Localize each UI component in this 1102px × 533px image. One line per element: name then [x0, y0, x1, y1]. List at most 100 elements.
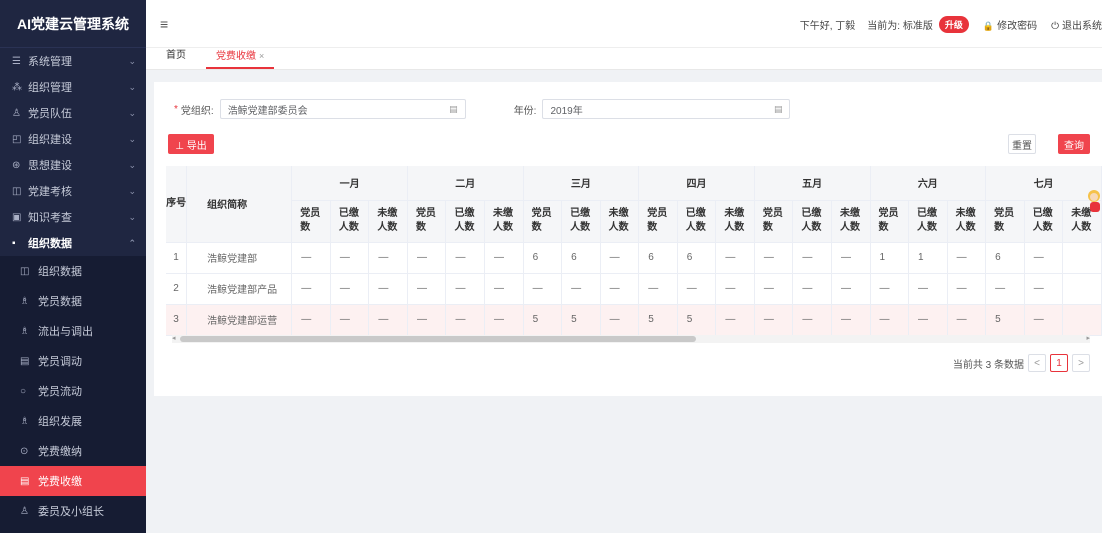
horizontal-scrollbar[interactable]: ◂ ▸	[172, 335, 1090, 343]
user-toolbar: 下午好, 丁毅 当前为: 标准版 升级 🔒 修改密码 ⏻ 退出系统	[794, 0, 1102, 48]
sidebar-item-label: 系统管理	[28, 56, 72, 68]
menu-item-icon: ♙	[12, 107, 21, 119]
sub-header: 已缴人数	[677, 200, 717, 243]
assistant-avatar-icon[interactable]	[1084, 188, 1100, 214]
submenu-item[interactable]: ▤ 党费收缴	[0, 466, 146, 496]
table-cell: 6	[985, 242, 1025, 274]
table-row[interactable]: 2 浩鲸党建部产品 — — — — — — — — — — — — — — — — — — — —	[166, 273, 1102, 305]
table-cell: 1	[908, 242, 948, 274]
submenu-item-icon: ♗	[20, 325, 29, 337]
upgrade-button[interactable]: 升级	[938, 15, 969, 33]
tab-party-fee[interactable]: 党费收缴 ×	[206, 47, 275, 69]
greeting-text: 下午好, 丁毅	[799, 20, 856, 32]
sidebar-item[interactable]: ▪ 组织数据 ⌃	[0, 230, 146, 256]
submenu-item-icon: ♗	[20, 415, 29, 427]
menu-item-icon: ⁂	[12, 81, 22, 93]
table-cell: 5	[523, 304, 563, 336]
sidebar-item[interactable]: ◫ 党建考核 ⌄	[0, 178, 146, 204]
sub-header: 未缴人数	[715, 200, 755, 243]
table-cell: —	[561, 273, 601, 305]
submenu-item[interactable]: ○ 党员流动	[0, 376, 146, 406]
power-icon: ⏻	[1051, 20, 1059, 32]
table-cell: —	[291, 242, 331, 274]
content-card: * 党组织: 浩鲸党建部委员会 ▤ 年份: 2019年 ▤ ⊥ 导出 重置 查询…	[154, 82, 1102, 396]
table-cell: 5	[638, 304, 678, 336]
table-cell: —	[445, 273, 486, 305]
sub-header: 未缴人数	[368, 200, 408, 243]
export-button[interactable]: ⊥ 导出	[168, 134, 214, 154]
lock-icon: 🔒	[982, 20, 995, 31]
table-row[interactable]: 1 浩鲸党建部 — — — — — —6 6—6 6— — — —1 1—6—	[166, 242, 1102, 274]
change-password-link[interactable]: 🔒 修改密码	[983, 17, 1037, 32]
submenu-item[interactable]: ♗ 组织发展	[0, 406, 146, 436]
chevron-icon: ⌄	[128, 159, 136, 170]
page-1-button[interactable]: 1	[1050, 354, 1068, 372]
menu-item-icon: ⊛	[12, 159, 21, 171]
table-cell	[1062, 242, 1102, 274]
sidebar-item[interactable]: ⊛ 思想建设 ⌄	[0, 152, 146, 178]
org-select[interactable]: 浩鲸党建部委员会 ▤	[219, 99, 466, 119]
reset-button[interactable]: 重置	[1008, 134, 1036, 154]
sub-header: 党员数	[291, 200, 331, 243]
table-cell: —	[908, 273, 948, 305]
sidebar: AI党建云管理系统 ☰ 系统管理 ⌄ ⁂ 组织管理 ⌄ ♙ 党员队伍 ⌄ ◰ 组织建设 ⌄ ⊛ 思想建设 ⌄…	[0, 0, 146, 533]
total-count: 当前共 3 条数据	[952, 359, 1024, 371]
chevron-icon: ⌃	[128, 237, 136, 248]
submenu-item[interactable]: ▤ 党员调动	[0, 346, 146, 376]
table-cell: —	[600, 242, 640, 274]
sub-header: 已缴人数	[330, 200, 370, 243]
pagination: 当前共 3 条数据 < 1 >	[953, 354, 1090, 372]
version-label: 当前为: 标准版	[867, 20, 933, 32]
org-name-cell: 浩鲸党建部	[186, 242, 293, 274]
submenu-item-label: 组织数据	[38, 266, 82, 278]
submenu-item-icon: ▤	[20, 475, 30, 487]
sidebar-item[interactable]: ☰ 系统管理 ⌄	[0, 48, 146, 74]
sidebar-item-label: 组织数据	[28, 238, 72, 250]
table-cell: —	[600, 304, 640, 336]
menu-item-icon: ☰	[12, 55, 21, 67]
sidebar-item[interactable]: ♙ 党员队伍 ⌄	[0, 100, 146, 126]
sidebar-item[interactable]: ⁂ 组织管理 ⌄	[0, 74, 146, 100]
table-cell: —	[1024, 304, 1064, 336]
submenu-item-label: 流出与调出	[38, 326, 93, 338]
sidebar-item-label: 组织管理	[28, 82, 72, 94]
logout-label: 退出系统	[1062, 20, 1102, 32]
table-cell: —	[523, 273, 563, 305]
next-page-button[interactable]: >	[1072, 354, 1090, 372]
chevron-icon: ⌄	[128, 55, 136, 66]
sub-header: 党员数	[638, 200, 678, 243]
table-cell: —	[792, 304, 832, 336]
query-button[interactable]: 查询	[1058, 134, 1090, 154]
sub-header: 已缴人数	[792, 200, 832, 243]
submenu-item[interactable]: ♙ 委员及小组长	[0, 496, 146, 526]
submenu-item-icon: ♙	[20, 505, 29, 517]
table-cell: —	[484, 242, 524, 274]
table-cell: —	[330, 273, 370, 305]
table-cell: —	[638, 273, 678, 305]
logout-link[interactable]: ⏻ 退出系统	[1051, 17, 1102, 32]
menu-toggle-icon[interactable]: ≡	[160, 16, 168, 32]
scrollbar-thumb[interactable]	[180, 336, 696, 342]
year-picker[interactable]: 2019年 ▤	[542, 99, 791, 119]
close-icon[interactable]: ×	[259, 51, 264, 61]
sidebar-item[interactable]: ◰ 组织建设 ⌄	[0, 126, 146, 152]
table-row[interactable]: 3 浩鲸党建部运营 — — — — — —5 5—5 5— — — — — — —5—	[166, 304, 1102, 336]
org-label: 党组织:	[180, 105, 214, 117]
tab-home[interactable]: 首页	[156, 47, 196, 69]
sidebar-item[interactable]: ▣ 知识考查 ⌄	[0, 204, 146, 230]
scroll-left-icon[interactable]: ◂	[172, 334, 176, 342]
table-cell: —	[445, 242, 486, 274]
submenu-item-icon: ○	[20, 385, 27, 397]
scroll-right-icon[interactable]: ▸	[1086, 334, 1090, 342]
table-cell: —	[754, 242, 794, 274]
submenu-item[interactable]: ◫ 组织数据	[0, 256, 146, 286]
prev-page-button[interactable]: <	[1028, 354, 1046, 372]
submenu-item-label: 党员调动	[38, 356, 82, 368]
month-header: 三月	[523, 166, 640, 201]
submenu-item[interactable]: ▭组织生活	[0, 526, 146, 533]
action-row: ⊥ 导出 重置 查询	[154, 134, 1102, 156]
submenu-item[interactable]: ♗ 党员数据	[0, 286, 146, 316]
submenu-item[interactable]: ♗ 流出与调出	[0, 316, 146, 346]
submenu-item[interactable]: ⊙ 党费缴纳	[0, 436, 146, 466]
sub-header: 未缴人数	[947, 200, 987, 243]
